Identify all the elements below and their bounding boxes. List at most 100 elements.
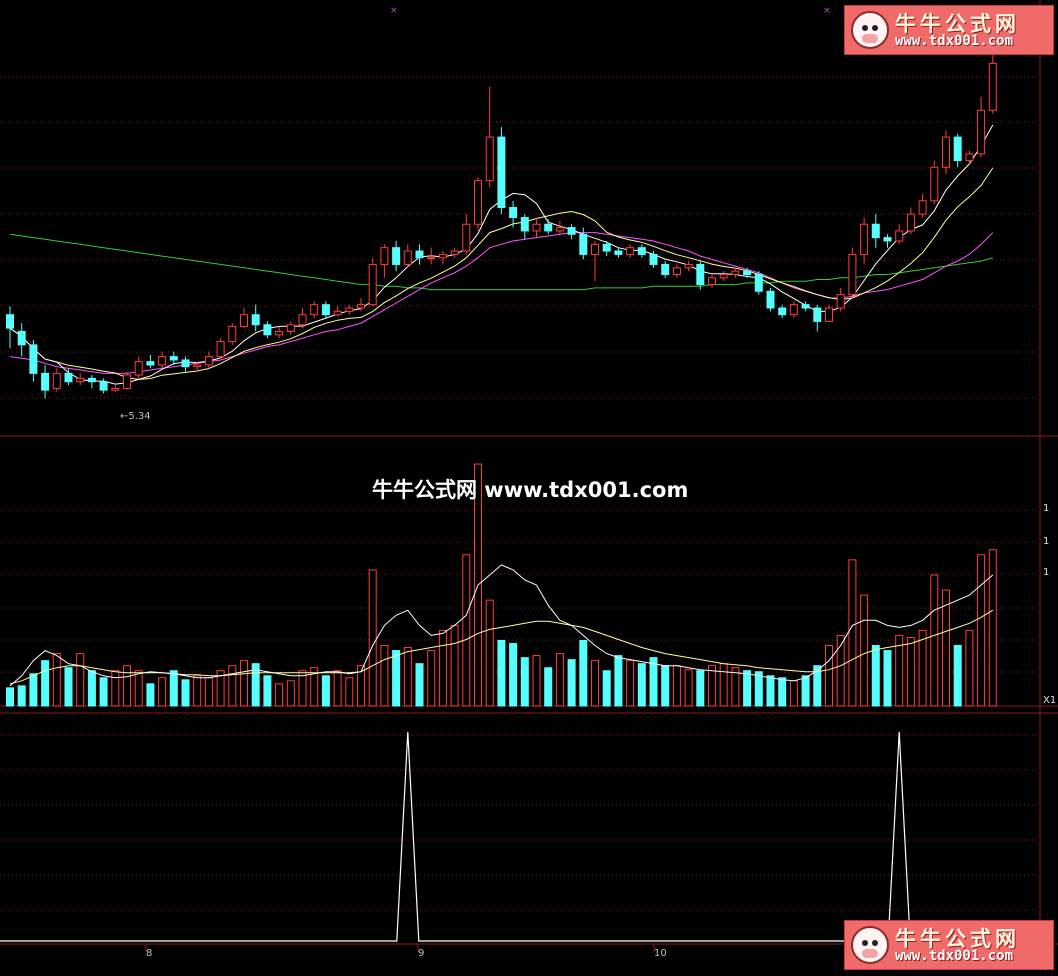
volume-axis-label: X1 — [1043, 695, 1057, 706]
volume-bar — [988, 549, 997, 707]
candle-down — [64, 372, 73, 383]
volume-bar — [333, 670, 342, 707]
volume-bar — [579, 639, 588, 707]
volume-bar — [52, 653, 61, 707]
candle-up — [977, 109, 986, 155]
candle-up — [123, 374, 131, 389]
candle-down — [883, 237, 892, 242]
volume-bar — [602, 670, 611, 707]
volume-bar — [450, 624, 459, 707]
volume-bar — [883, 650, 892, 707]
candle-up — [626, 247, 635, 255]
volume-tick-label: 1 — [1043, 503, 1050, 514]
volume-bar — [614, 655, 623, 707]
volume-bar — [169, 670, 178, 707]
watermark: 牛牛公式网 www.tdx001.com — [372, 478, 689, 502]
candle-down — [169, 356, 178, 361]
volume-bar — [719, 663, 728, 707]
candle-down — [392, 247, 401, 265]
volume-bar — [146, 683, 155, 707]
candle-up — [988, 62, 997, 111]
volume-bar — [6, 687, 14, 707]
candle-down — [766, 290, 775, 309]
candle-down — [801, 304, 810, 309]
volume-bar — [906, 636, 915, 707]
marker-icon: × — [823, 6, 831, 16]
volume-bar — [275, 683, 284, 707]
candle-up — [532, 223, 541, 232]
candle-up — [825, 307, 833, 322]
volume-bar — [158, 677, 167, 707]
volume-bar — [134, 670, 143, 707]
candle-down — [6, 314, 14, 329]
volume-bar — [29, 673, 38, 707]
candle-up — [485, 136, 494, 182]
candle-up — [555, 227, 564, 232]
volume-bar — [123, 665, 131, 707]
volume-bar — [977, 554, 986, 707]
candle-down — [579, 233, 588, 255]
candle-down — [743, 270, 752, 275]
volume-bar — [637, 663, 646, 707]
cow-icon — [851, 11, 889, 49]
volume-bar — [111, 670, 120, 707]
candle-up — [836, 294, 845, 309]
candle-up — [918, 200, 927, 215]
candle-up — [930, 166, 939, 202]
x-tick-label: 10 — [654, 948, 667, 959]
candle-up — [474, 180, 482, 225]
volume-tick-label: 1 — [1043, 536, 1050, 547]
candle-down — [321, 304, 330, 316]
candle-up — [286, 324, 295, 332]
volume-bar — [76, 653, 85, 707]
volume-bar — [286, 680, 295, 707]
candle-down — [146, 361, 155, 366]
volume-bar — [181, 679, 190, 707]
volume-bar — [661, 665, 670, 707]
candle-down — [99, 381, 108, 391]
volume-bar — [555, 653, 564, 707]
volume-bar — [567, 659, 576, 707]
candle-down — [953, 136, 962, 162]
logo-url: www.tdx001.com — [895, 33, 1014, 49]
volume-bar — [532, 655, 541, 707]
candle-up — [298, 314, 307, 326]
logo-url: www.tdx001.com — [895, 948, 1014, 964]
volume-bar — [99, 677, 108, 707]
volume-bar — [930, 574, 939, 707]
candle-down — [649, 253, 658, 265]
candle-down — [263, 324, 272, 336]
candle-down — [87, 377, 96, 383]
volume-bar — [953, 645, 962, 707]
volume-bar — [427, 650, 436, 707]
candle-down — [754, 273, 763, 292]
candle-up — [895, 230, 904, 242]
candle-down — [871, 223, 880, 239]
candle-up — [193, 364, 202, 368]
volume-bar — [649, 657, 658, 707]
candle-up — [380, 247, 389, 265]
candle-up — [240, 314, 248, 327]
volume-bar — [17, 685, 26, 707]
candle-down — [602, 243, 611, 252]
candle-down — [497, 136, 506, 208]
candle-up — [357, 304, 365, 309]
candle-up — [450, 250, 459, 255]
volume-bar — [965, 629, 974, 707]
candle-up — [52, 372, 61, 389]
candle-up — [965, 153, 974, 162]
volume-bar — [509, 643, 518, 707]
candle-up — [76, 377, 85, 383]
volume-bar — [321, 675, 330, 707]
volume-bar — [204, 677, 213, 707]
candle-down — [637, 247, 646, 255]
candle-down — [567, 227, 576, 235]
candle-down — [17, 330, 26, 346]
candle-down — [181, 359, 190, 368]
volume-bar — [520, 657, 529, 707]
candle-down — [520, 217, 529, 232]
x-tick-label: 8 — [146, 948, 153, 959]
volume-bar — [497, 639, 506, 707]
low-price-label: ←5.34 — [120, 411, 151, 422]
candle-up — [789, 304, 798, 316]
